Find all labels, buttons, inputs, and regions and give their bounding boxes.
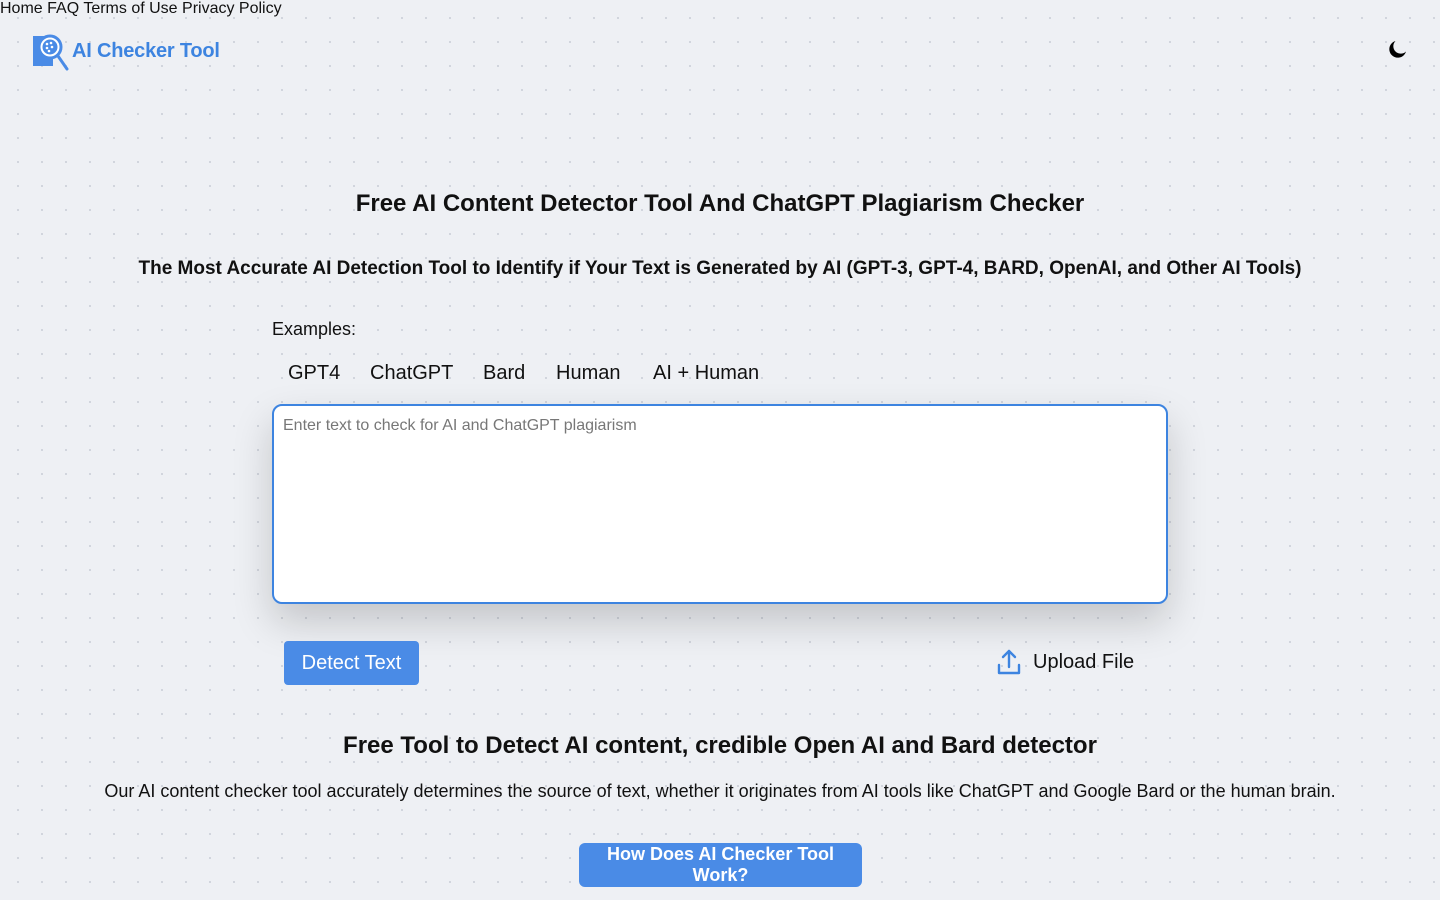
nav-privacy-policy[interactable]: Privacy Policy (182, 0, 282, 17)
info-description: Our AI content checker tool accurately d… (104, 781, 1336, 801)
page-subtitle: The Most Accurate AI Detection Tool to I… (138, 258, 1302, 279)
example-human-button[interactable]: Human (540, 356, 636, 391)
examples-label: Examples: (272, 319, 357, 339)
main-nav: Home FAQ Terms of Use Privacy Policy (0, 0, 1440, 18)
page-title: Free AI Content Detector Tool And ChatGP… (355, 190, 1085, 217)
example-ai-human-button[interactable]: AI + Human (637, 356, 775, 391)
upload-file-button[interactable]: Upload File (996, 648, 1134, 676)
example-gpt4-button[interactable]: GPT4 (272, 356, 356, 391)
site-header: AI Checker Tool Home FAQ Terms of Use Pr… (0, 0, 1440, 100)
how-it-works-button[interactable]: How Does AI Checker Tool Work? (579, 843, 862, 887)
nav-faq[interactable]: FAQ (47, 0, 79, 17)
upload-file-label: Upload File (1033, 650, 1135, 673)
brand-logo-link[interactable]: AI Checker Tool (32, 30, 220, 72)
example-bard-button[interactable]: Bard (467, 356, 541, 391)
upload-icon (997, 649, 1021, 675)
detect-text-button[interactable]: Detect Text (284, 641, 419, 685)
moon-icon[interactable] (1386, 37, 1410, 61)
brand-name: AI Checker Tool (72, 39, 220, 62)
logo-icon (33, 34, 69, 71)
info-heading: Free Tool to Detect AI content, credible… (343, 732, 1097, 759)
example-chatgpt-button[interactable]: ChatGPT (354, 356, 469, 391)
text-input-container (272, 404, 1168, 604)
nav-terms-of-use[interactable]: Terms of Use (83, 0, 177, 17)
nav-home[interactable]: Home (0, 0, 43, 17)
text-input[interactable] (274, 406, 1166, 602)
